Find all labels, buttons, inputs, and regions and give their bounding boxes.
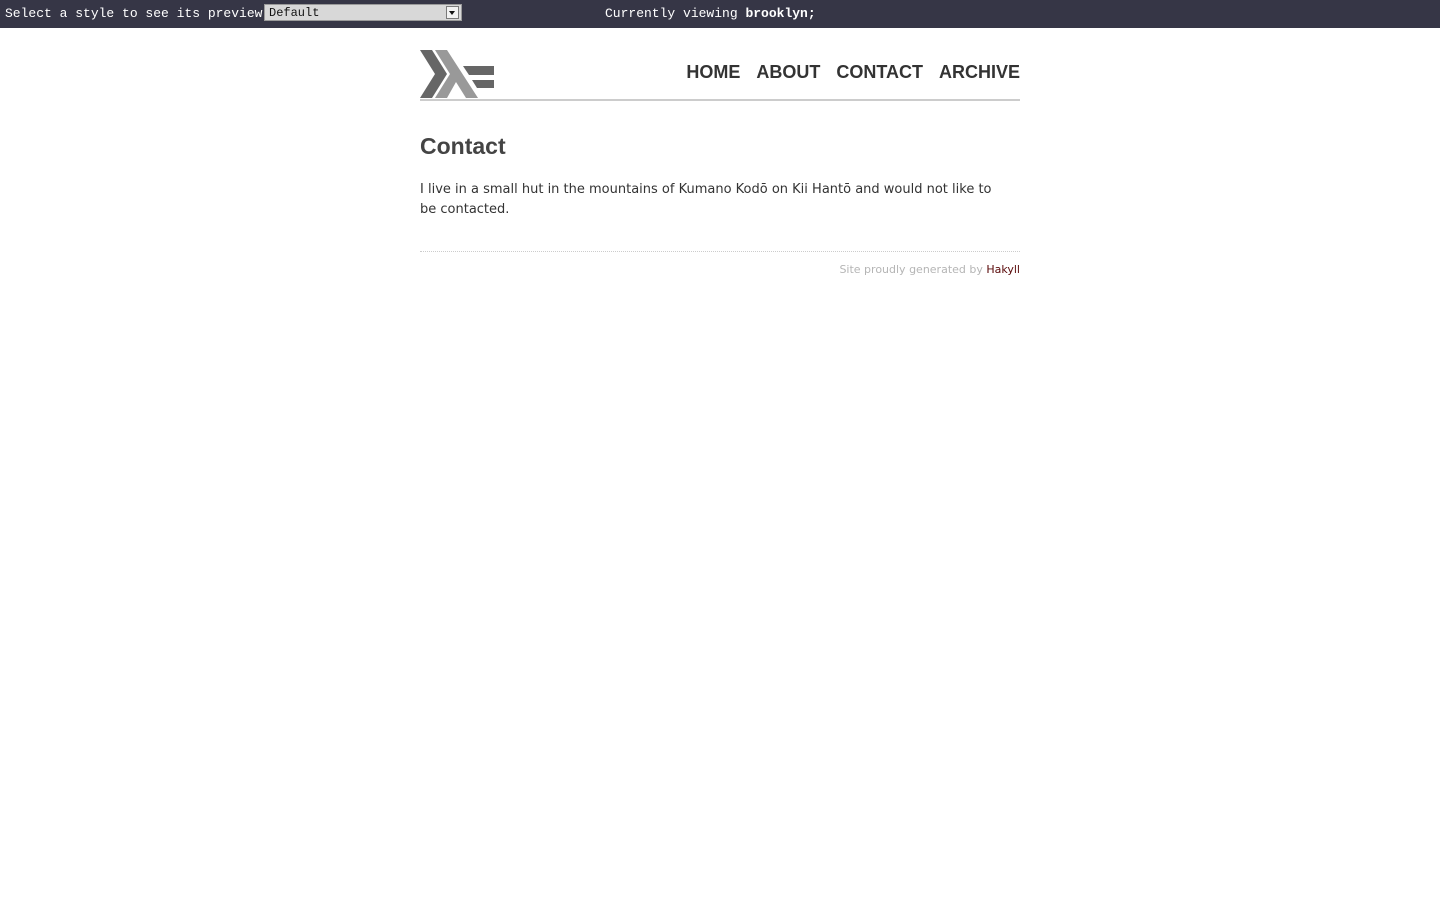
site-header: HOME ABOUT CONTACT ARCHIVE: [420, 28, 1020, 101]
main-nav: HOME ABOUT CONTACT ARCHIVE: [686, 62, 1020, 83]
style-preview-label: Select a style to see its preview:: [5, 6, 271, 21]
style-select[interactable]: Default: [264, 4, 462, 21]
chevron-down-icon[interactable]: [446, 6, 459, 19]
hakyll-link[interactable]: Hakyll: [986, 263, 1020, 276]
currently-viewing-prefix: Currently viewing: [605, 6, 738, 21]
site-footer: Site proudly generated by Hakyll: [420, 251, 1020, 276]
page-container: HOME ABOUT CONTACT ARCHIVE Contact I liv…: [420, 28, 1020, 276]
style-select-value: Default: [269, 6, 320, 20]
nav-archive-link[interactable]: ARCHIVE: [939, 62, 1020, 83]
footer-text: Site proudly generated by: [839, 263, 983, 276]
page-body-text: I live in a small hut in the mountains o…: [420, 182, 992, 217]
nav-home-link[interactable]: HOME: [686, 62, 740, 83]
haskell-logo-icon[interactable]: [420, 50, 494, 98]
page-title: Contact: [420, 133, 506, 159]
main-content: Contact I live in a small hut in the mou…: [420, 101, 1020, 220]
nav-about-link[interactable]: ABOUT: [756, 62, 820, 83]
currently-viewing-name: brooklyn;: [745, 6, 816, 21]
nav-contact-link[interactable]: CONTACT: [836, 62, 923, 83]
style-preview-bar: Select a style to see its preview: Defau…: [0, 0, 1440, 28]
currently-viewing: Currently viewing brooklyn;: [605, 6, 816, 21]
